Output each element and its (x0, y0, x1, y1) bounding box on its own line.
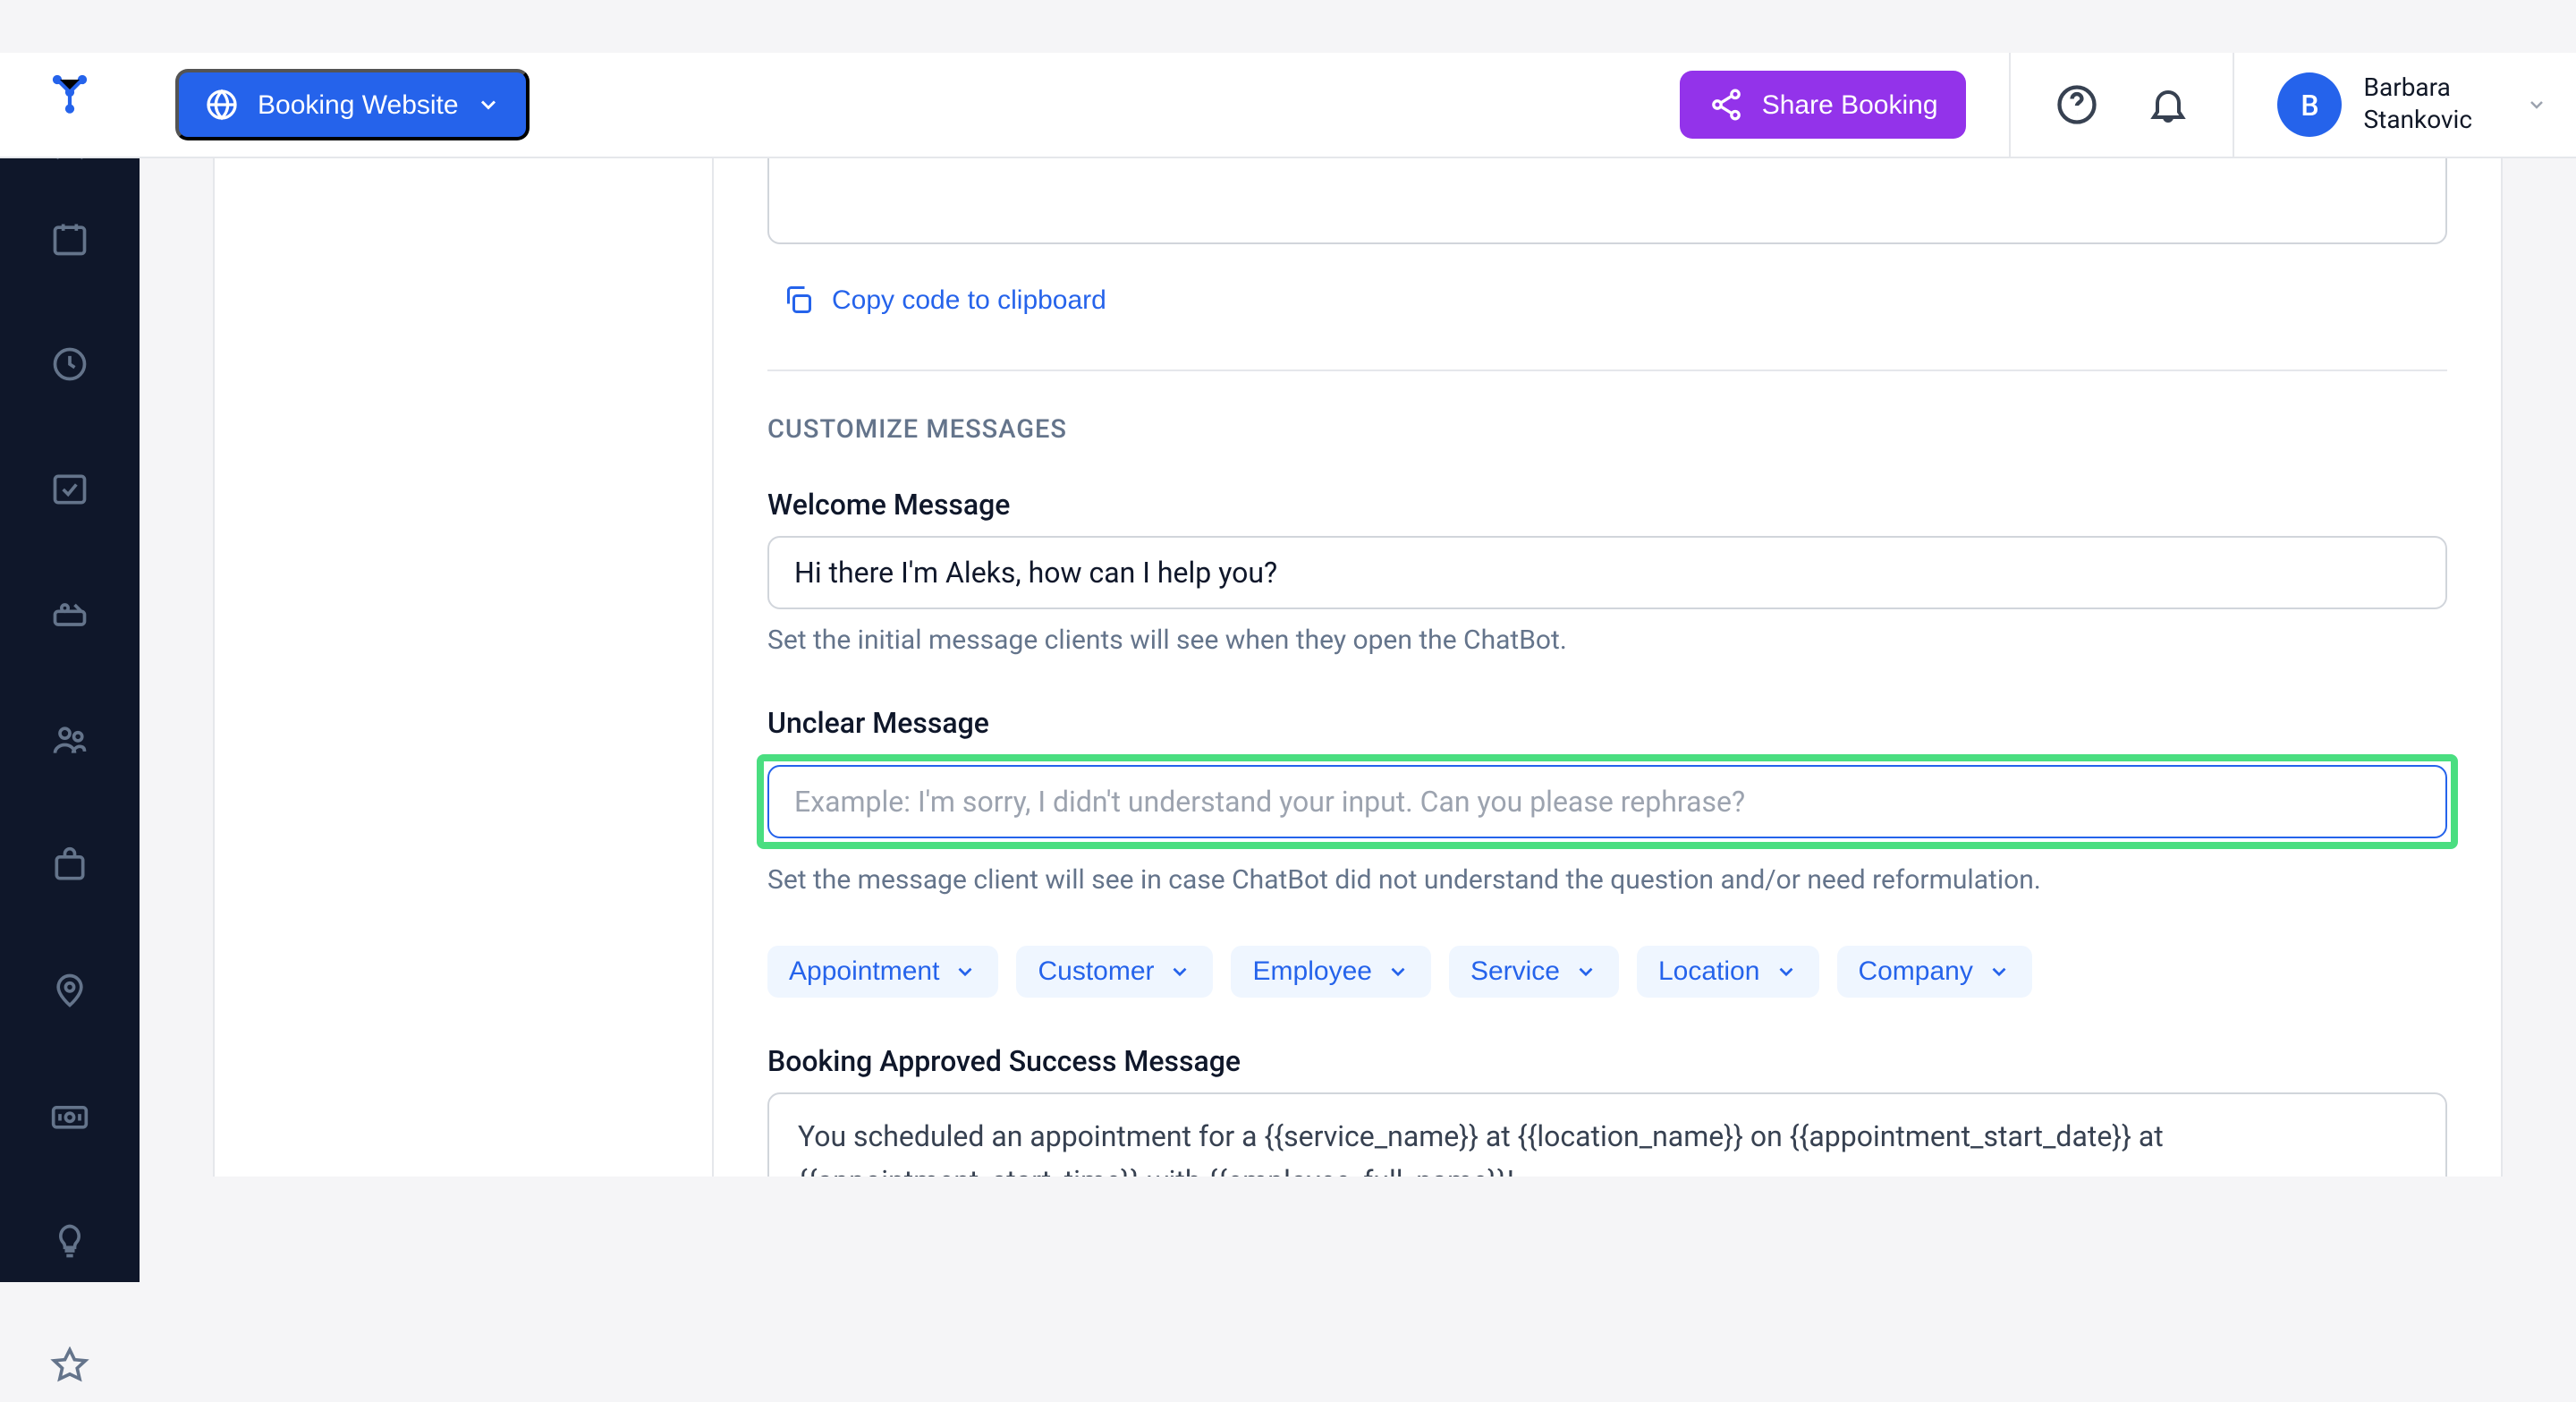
sidebar-item-customers[interactable] (34, 704, 106, 776)
copy-icon (782, 284, 814, 316)
help-icon (2055, 81, 2101, 128)
sidebar-item-locations[interactable] (34, 955, 106, 1026)
help-button[interactable] (2055, 81, 2101, 128)
success-message-textarea[interactable] (767, 1092, 2447, 1177)
sidebar-item-orders[interactable] (34, 829, 106, 901)
sidebar-item-services[interactable] (34, 579, 106, 650)
notifications-button[interactable] (2148, 83, 2190, 126)
unclear-message-label: Unclear Message (767, 706, 2447, 740)
header-divider (2010, 52, 2012, 157)
field-welcome-message: Welcome Message Set the initial message … (767, 488, 2447, 656)
tag-company[interactable]: Company (1836, 946, 2031, 998)
site-selector-dropdown[interactable]: Booking Website (175, 69, 530, 140)
main-content: <script src="https://www.chatbot.trft.io… (140, 53, 2576, 1177)
chevron-down-icon (1774, 960, 1797, 983)
globe-icon (204, 87, 240, 123)
app-logo[interactable] (0, 53, 140, 157)
success-message-label: Booking Approved Success Message (767, 1044, 2447, 1078)
chevron-down-icon (1386, 960, 1410, 983)
share-booking-button[interactable]: Share Booking (1680, 71, 1967, 139)
unclear-message-hint: Set the message client will see in case … (767, 863, 2447, 896)
field-unclear-message: Unclear Message Set the message client w… (767, 706, 2447, 896)
tag-service[interactable]: Service (1449, 946, 1619, 998)
chevron-down-icon (1574, 960, 1597, 983)
sidebar-item-tasks[interactable] (34, 454, 106, 525)
top-header: Booking Website Share Booking B Barbara (0, 53, 2576, 158)
sidebar-item-finance[interactable] (34, 1080, 106, 1151)
settings-sidebar-placeholder (215, 55, 712, 1177)
share-button-label: Share Booking (1762, 89, 1938, 120)
tag-location[interactable]: Location (1637, 946, 1818, 998)
bell-icon (2148, 83, 2190, 126)
field-success-message: Booking Approved Success Message Set the… (767, 1044, 2447, 1177)
user-name: Barbara Stankovic (2364, 72, 2472, 138)
copy-code-button[interactable]: Copy code to clipboard (767, 273, 1121, 327)
tag-customer[interactable]: Customer (1016, 946, 1213, 998)
sidebar-nav (34, 203, 106, 1402)
section-heading-customize: CUSTOMIZE MESSAGES (767, 414, 2447, 445)
placeholder-tag-row: Appointment Customer Employee Servi (767, 946, 2447, 998)
unclear-message-input[interactable] (767, 765, 2447, 838)
welcome-message-label: Welcome Message (767, 488, 2447, 522)
sidebar-item-dashboard[interactable] (34, 328, 106, 400)
welcome-message-hint: Set the initial message clients will see… (767, 624, 2447, 656)
sidebar-item-calendar[interactable] (34, 203, 106, 275)
welcome-message-input[interactable] (767, 536, 2447, 609)
chevron-down-icon (953, 960, 977, 983)
tag-appointment[interactable]: Appointment (767, 946, 998, 998)
chevron-down-icon (1987, 960, 2011, 983)
tutorial-highlight (757, 754, 2458, 849)
content-card: <script src="https://www.chatbot.trft.io… (213, 53, 2503, 1177)
tag-employee[interactable]: Employee (1232, 946, 1431, 998)
section-divider (767, 370, 2447, 371)
chevron-down-icon (1169, 960, 1192, 983)
chevron-down-icon (2526, 94, 2547, 115)
left-sidebar (0, 53, 140, 1282)
site-selector-label: Booking Website (258, 89, 459, 120)
logo-icon (45, 67, 95, 117)
chevron-down-icon (477, 92, 502, 117)
share-icon (1708, 87, 1744, 123)
user-menu[interactable]: B Barbara Stankovic (2278, 72, 2547, 138)
avatar: B (2278, 72, 2343, 137)
copy-code-label: Copy code to clipboard (832, 285, 1106, 315)
header-divider-2 (2233, 52, 2235, 157)
